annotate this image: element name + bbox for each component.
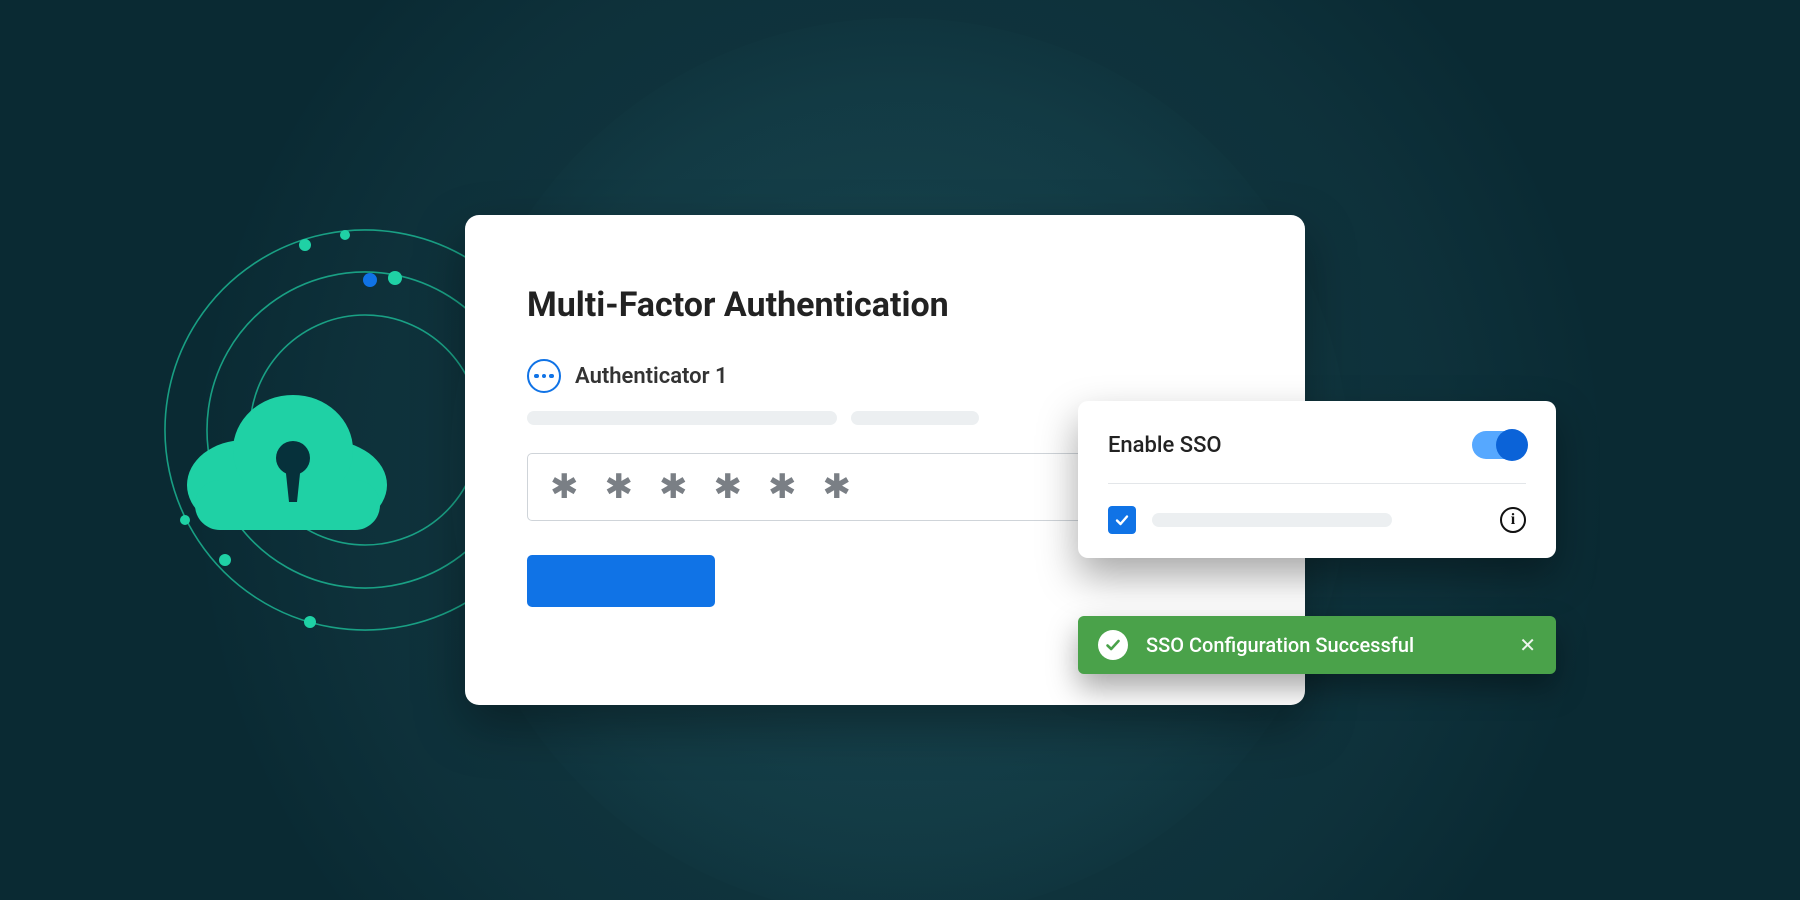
info-icon[interactable]: i (1500, 507, 1526, 533)
authenticator-row[interactable]: Authenticator 1 (527, 359, 1243, 393)
authenticator-label: Authenticator 1 (575, 364, 728, 389)
submit-button[interactable] (527, 555, 715, 607)
code-digit: ✱ (659, 467, 690, 507)
sso-option-checkbox[interactable] (1108, 506, 1136, 534)
toggle-on-icon (1496, 429, 1528, 461)
sso-card: Enable SSO i (1078, 401, 1556, 558)
enable-sso-toggle[interactable] (1472, 431, 1526, 459)
dots-circle-icon (527, 359, 561, 393)
checkbox-checked-icon (1114, 512, 1130, 528)
check-circle-icon (1098, 630, 1128, 660)
cloud-lock-icon (175, 380, 395, 530)
toast-message: SSO Configuration Successful (1146, 633, 1501, 657)
code-digit: ✱ (714, 467, 745, 507)
sso-option-placeholder (1152, 513, 1392, 527)
enable-sso-label: Enable SSO (1108, 433, 1222, 458)
code-digit: ✱ (550, 467, 581, 507)
close-icon[interactable]: ✕ (1519, 633, 1536, 657)
code-digit: ✱ (768, 467, 799, 507)
mfa-title: Multi-Factor Authentication (527, 285, 1243, 325)
code-digit: ✱ (823, 467, 854, 507)
success-toast: SSO Configuration Successful ✕ (1078, 616, 1556, 674)
code-digit: ✱ (605, 467, 636, 507)
